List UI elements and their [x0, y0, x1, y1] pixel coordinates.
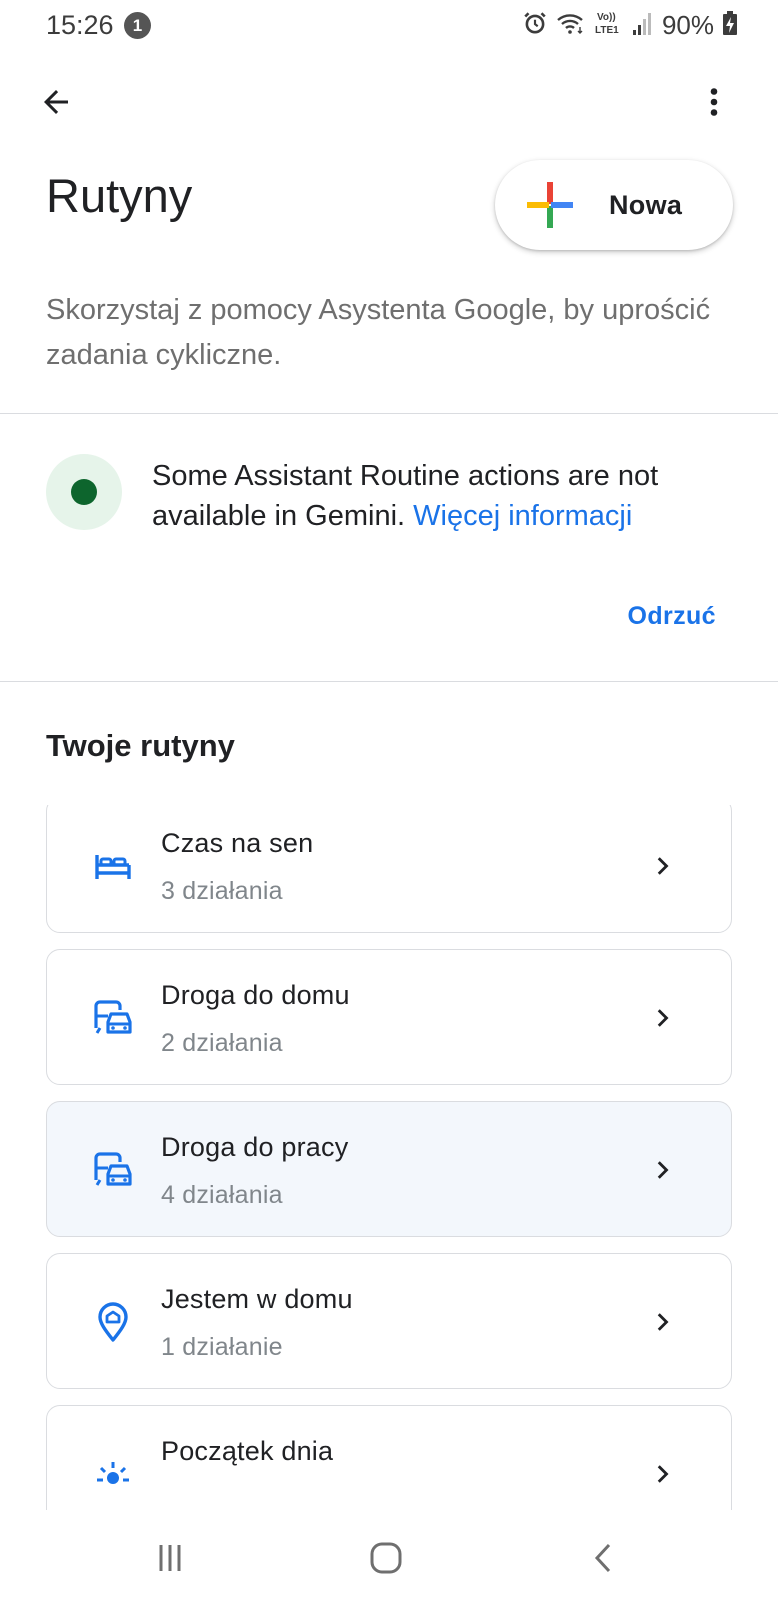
page-title: Rutyny — [46, 169, 193, 222]
commute-icon — [91, 996, 135, 1040]
chevron-right-icon — [657, 1161, 669, 1179]
routine-card-jestem-w-domu[interactable]: Jestem w domu 1 działanie — [46, 1253, 732, 1389]
more-info-link[interactable]: Więcej informacji — [413, 500, 632, 532]
routine-card-droga-do-domu[interactable]: Droga do domu 2 działania — [46, 949, 732, 1085]
recent-apps-icon — [159, 1545, 181, 1571]
routine-card-poczatek-dnia[interactable]: Początek dnia — [46, 1405, 732, 1510]
dismiss-button[interactable]: Odrzuć — [627, 602, 716, 631]
routine-title: Czas na sen — [161, 828, 314, 858]
routine-title: Droga do pracy — [161, 1132, 349, 1162]
volte-lte-icon: Vo)) LTE1 — [594, 8, 624, 43]
more-vert-icon — [710, 88, 718, 116]
app-bar — [0, 60, 778, 140]
chevron-right-icon — [657, 857, 669, 875]
arrow-back-icon — [44, 90, 68, 114]
recent-apps-button[interactable] — [140, 1528, 200, 1588]
routines-list[interactable]: Czas na sen 3 działania Droga do domu 2 … — [0, 805, 778, 1510]
bed-icon — [91, 844, 135, 888]
svg-text:Vo)): Vo)) — [597, 12, 616, 23]
divider — [0, 413, 778, 414]
routine-subtitle: 3 działania — [161, 877, 283, 905]
wifi-icon — [556, 10, 586, 41]
commute-icon — [91, 1148, 135, 1192]
routine-subtitle: 2 działania — [161, 1029, 283, 1057]
status-time: 15:26 — [46, 10, 114, 40]
status-icons: Vo)) LTE1 90% — [522, 8, 738, 42]
alarm-icon — [522, 10, 548, 41]
svg-text:LTE1: LTE1 — [595, 25, 619, 36]
system-back-button[interactable] — [574, 1528, 634, 1588]
banner-text: Some Assistant Routine actions are not a… — [152, 456, 732, 536]
home-icon — [370, 1542, 402, 1574]
signal-icon — [632, 10, 654, 41]
chevron-right-icon — [657, 1465, 669, 1483]
routine-title: Droga do domu — [161, 980, 350, 1010]
notification-badge: 1 — [124, 12, 151, 39]
sunrise-icon — [91, 1452, 135, 1496]
routine-title: Jestem w domu — [161, 1284, 353, 1314]
home-pin-icon — [91, 1300, 135, 1344]
routine-card-czas-na-sen[interactable]: Czas na sen 3 działania — [46, 805, 732, 933]
battery-charging-icon — [722, 10, 738, 41]
new-routine-button[interactable]: Nowa — [495, 160, 733, 250]
more-options-button[interactable] — [688, 76, 740, 128]
routine-subtitle: 4 działania — [161, 1181, 283, 1209]
plus-icon — [527, 182, 573, 228]
status-bar: 15:26 1 Vo)) LTE1 90% — [0, 0, 778, 54]
back-icon — [594, 1543, 611, 1573]
system-nav-bar — [0, 1510, 778, 1600]
status-dot-icon — [46, 454, 122, 530]
new-button-label: Nowa — [609, 190, 683, 220]
back-button[interactable] — [30, 76, 82, 128]
routine-card-droga-do-pracy[interactable]: Droga do pracy 4 działania — [46, 1101, 732, 1237]
home-button[interactable] — [356, 1528, 416, 1588]
page-subtitle: Skorzystaj z pomocy Asystenta Google, by… — [46, 294, 711, 371]
battery-percent: 90% — [661, 9, 714, 40]
divider — [0, 681, 778, 682]
chevron-right-icon — [657, 1313, 669, 1331]
routine-subtitle: 1 działanie — [161, 1333, 283, 1361]
chevron-right-icon — [657, 1009, 669, 1027]
routine-title: Początek dnia — [161, 1436, 334, 1466]
section-title: Twoje rutyny — [46, 728, 235, 763]
